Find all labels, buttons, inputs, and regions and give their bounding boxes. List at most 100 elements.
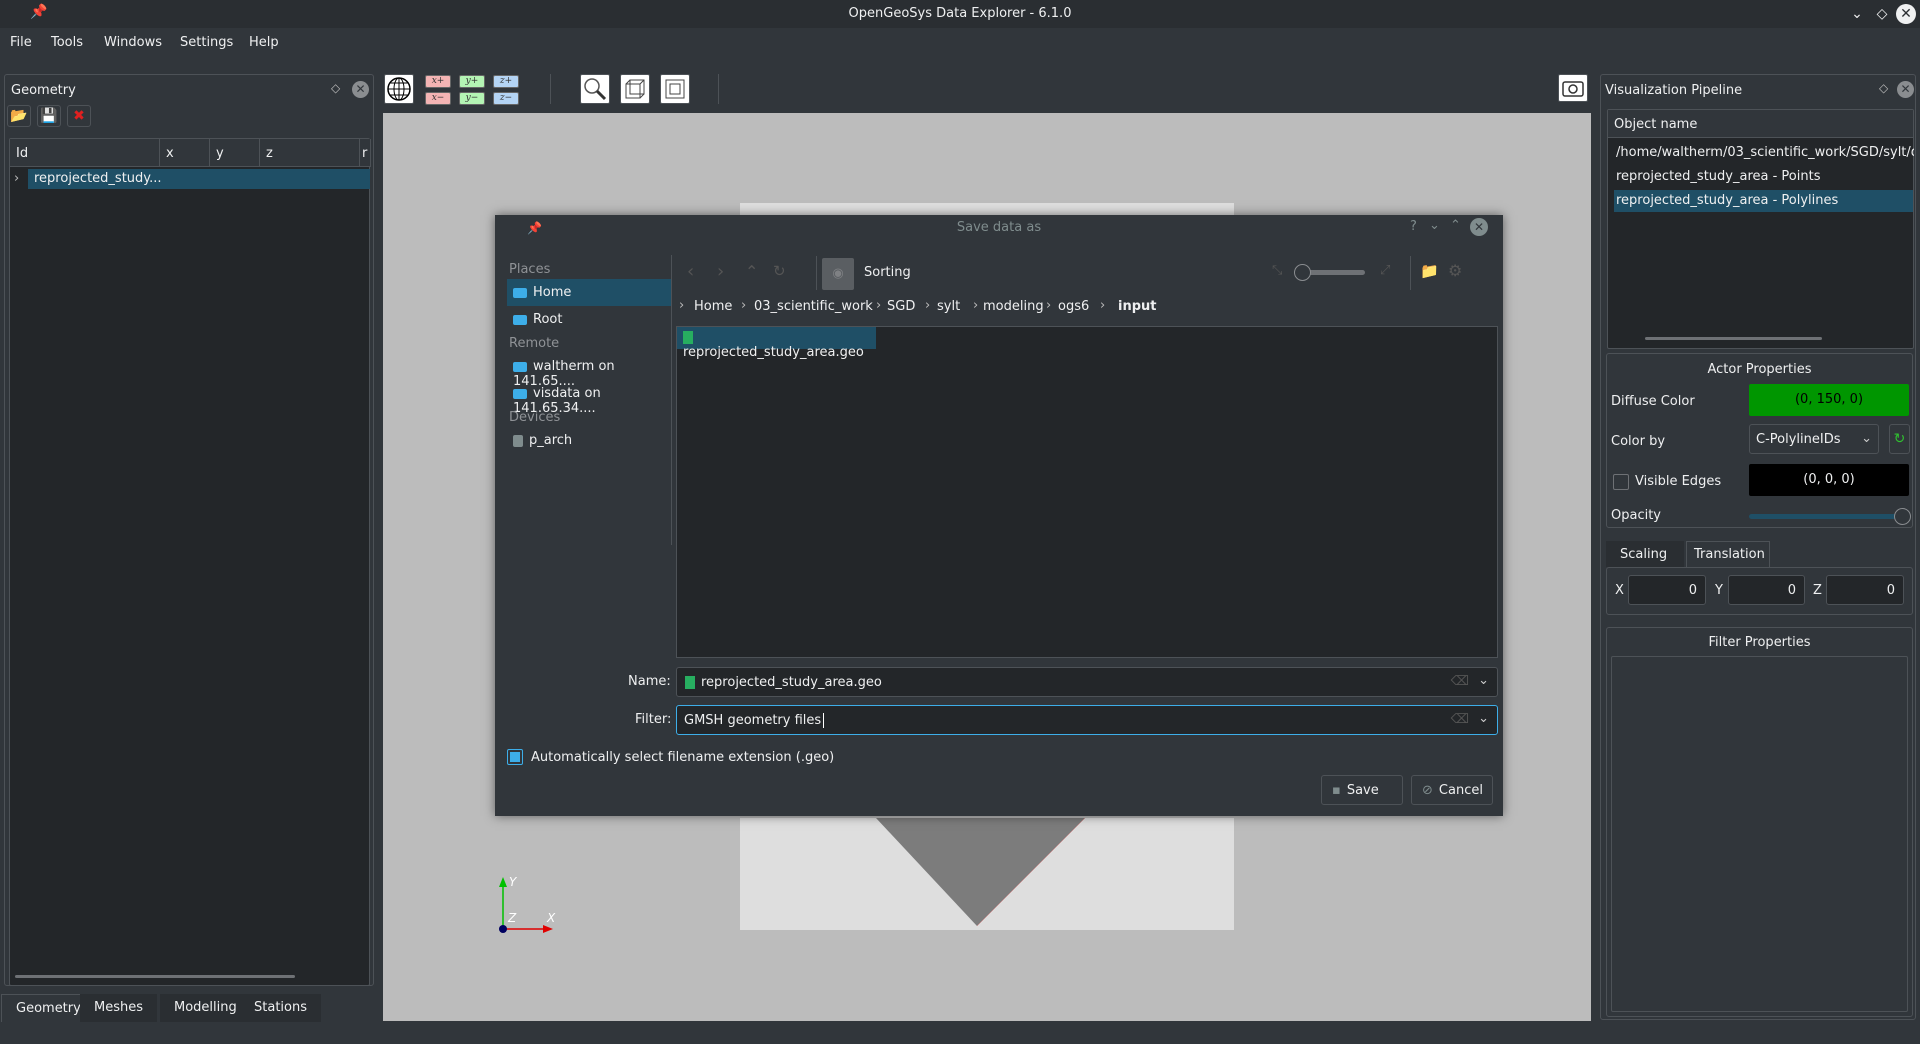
maximize-button[interactable]: ◇: [1872, 4, 1892, 24]
clear-icon[interactable]: ⌫: [1451, 712, 1469, 727]
save-icon[interactable]: 💾: [37, 105, 61, 127]
menu-tools[interactable]: Tools: [51, 35, 83, 50]
close-dock-icon[interactable]: ✕: [1897, 81, 1914, 98]
globe-icon[interactable]: [384, 74, 414, 104]
icon-size-handle[interactable]: [1294, 264, 1311, 281]
breadcrumb-ogs6[interactable]: ogs6: [1058, 299, 1089, 314]
geometry-tree[interactable]: Id x y z r › reprojected_study...: [9, 138, 371, 986]
pipeline-item[interactable]: /home/waltherm/03_scientific_work/SGD/sy…: [1614, 142, 1914, 164]
remote-visdata[interactable]: visdata on 141.65.34....: [507, 380, 672, 416]
horizontal-scrollbar[interactable]: [15, 975, 295, 978]
name-input[interactable]: reprojected_study_area.geo ⌫ ⌄: [676, 667, 1498, 697]
device-p-arch[interactable]: p_arch: [507, 427, 672, 454]
zoom-icon[interactable]: [580, 74, 610, 104]
back-icon[interactable]: ‹: [687, 261, 694, 282]
open-icon[interactable]: 📂: [7, 105, 31, 127]
breadcrumb-arrow-icon[interactable]: ›: [679, 298, 684, 313]
column-r[interactable]: r: [360, 139, 371, 167]
tab-translation[interactable]: Translation: [1686, 541, 1770, 567]
reload-icon[interactable]: ↻: [773, 262, 786, 280]
sorting-menu[interactable]: Sorting: [864, 265, 911, 280]
tree-item[interactable]: reprojected_study...: [28, 169, 370, 189]
view-y-minus-button[interactable]: y−: [459, 92, 485, 105]
minimize-button[interactable]: ⌄: [1847, 4, 1867, 24]
filter-input[interactable]: GMSH geometry files ⌫ ⌄: [676, 705, 1498, 735]
splitter[interactable]: [671, 255, 672, 545]
breadcrumb-arrow-icon[interactable]: ›: [1046, 298, 1051, 313]
opacity-slider-handle[interactable]: [1894, 508, 1911, 525]
clear-icon[interactable]: ⌫: [1451, 674, 1469, 689]
edge-color-button[interactable]: (0, 0, 0): [1749, 464, 1909, 496]
pipeline-list[interactable]: Object name /home/waltherm/03_scientific…: [1607, 109, 1914, 349]
menu-file[interactable]: File: [10, 35, 32, 50]
menu-settings[interactable]: Settings: [180, 35, 233, 50]
column-id[interactable]: Id: [10, 139, 160, 167]
screenshot-camera-icon[interactable]: [1558, 74, 1588, 102]
refresh-icon[interactable]: ↻: [1889, 424, 1910, 454]
cancel-button[interactable]: ⊘ Cancel: [1411, 775, 1493, 805]
perspective-cube-icon[interactable]: [620, 74, 650, 104]
place-root[interactable]: Root: [507, 306, 672, 333]
place-home[interactable]: Home: [507, 279, 672, 306]
breadcrumb-sgd[interactable]: SGD: [887, 299, 915, 314]
menu-help[interactable]: Help: [249, 35, 279, 50]
opacity-slider-track[interactable]: [1749, 514, 1899, 519]
remove-icon[interactable]: ✖: [67, 105, 91, 127]
breadcrumb-arrow-icon[interactable]: ›: [1100, 298, 1105, 313]
save-button[interactable]: ▪ Save: [1321, 775, 1403, 805]
file-view[interactable]: reprojected_study_area.geo: [676, 326, 1498, 658]
view-y-plus-button[interactable]: y+: [459, 75, 485, 88]
column-x[interactable]: x: [160, 139, 210, 167]
zoom-out-icon[interactable]: ⤡: [1272, 263, 1282, 278]
breadcrumb-arrow-icon[interactable]: ›: [925, 298, 930, 313]
show-preview-eye-icon[interactable]: ◉: [822, 258, 854, 290]
close-window-button[interactable]: ✕: [1896, 4, 1916, 24]
minimize-icon[interactable]: ⌄: [1429, 218, 1440, 233]
up-icon[interactable]: ⌃: [745, 262, 758, 281]
new-folder-icon[interactable]: 📁: [1420, 262, 1439, 280]
maximize-icon[interactable]: ⌃: [1450, 218, 1461, 233]
chevron-down-icon[interactable]: ⌄: [1478, 711, 1489, 726]
pipeline-item-selected[interactable]: reprojected_study_area - Polylines: [1614, 190, 1913, 212]
visible-edges-checkbox[interactable]: [1613, 474, 1629, 490]
pipeline-item[interactable]: reprojected_study_area - Points: [1614, 166, 1914, 188]
view-z-minus-button[interactable]: z−: [493, 92, 519, 105]
chevron-down-icon[interactable]: ⌄: [1478, 673, 1489, 688]
view-z-plus-button[interactable]: z+: [493, 75, 519, 88]
menu-windows[interactable]: Windows: [104, 35, 162, 50]
auto-extension-checkbox[interactable]: [507, 749, 523, 765]
color-by-select[interactable]: C-PolylineIDs ⌄: [1749, 424, 1879, 454]
forward-icon[interactable]: ›: [717, 261, 724, 282]
close-dialog-icon[interactable]: ✕: [1470, 218, 1488, 236]
tab-stations[interactable]: Stations: [240, 994, 321, 1022]
column-y[interactable]: y: [210, 139, 260, 167]
remote-waltherm[interactable]: waltherm on 141.65....: [507, 353, 672, 389]
breadcrumb-arrow-icon[interactable]: ›: [876, 298, 881, 313]
reset-view-icon[interactable]: [660, 74, 690, 104]
horizontal-scrollbar[interactable]: [1645, 337, 1822, 340]
breadcrumb-arrow-icon[interactable]: ›: [741, 298, 746, 313]
translate-z-input[interactable]: 0: [1826, 575, 1904, 605]
breadcrumb-03-scientific-work[interactable]: 03_scientific_work: [754, 299, 873, 314]
breadcrumb-modeling[interactable]: modeling: [983, 299, 1044, 314]
translate-y-input[interactable]: 0: [1728, 575, 1805, 605]
breadcrumb-home[interactable]: Home: [694, 299, 732, 314]
tab-meshes[interactable]: Meshes: [80, 994, 157, 1022]
help-icon[interactable]: ?: [1410, 219, 1417, 234]
file-item[interactable]: reprojected_study_area.geo: [677, 327, 876, 360]
view-x-minus-button[interactable]: x−: [425, 92, 451, 105]
expand-arrow-icon[interactable]: ›: [14, 171, 19, 186]
breadcrumb-arrow-icon[interactable]: ›: [973, 298, 978, 313]
view-x-plus-button[interactable]: x+: [425, 75, 451, 88]
diffuse-color-button[interactable]: (0, 150, 0): [1749, 384, 1909, 416]
settings-gear-icon[interactable]: ⚙: [1448, 261, 1462, 280]
breadcrumb-sylt[interactable]: sylt: [937, 299, 960, 314]
tab-modelling[interactable]: Modelling: [160, 994, 251, 1022]
float-icon[interactable]: ◇: [1879, 81, 1888, 95]
zoom-in-icon[interactable]: ⤢: [1380, 263, 1390, 278]
breadcrumb-input[interactable]: input: [1118, 299, 1157, 314]
column-object-name[interactable]: Object name: [1608, 110, 1913, 138]
translate-x-input[interactable]: 0: [1628, 575, 1706, 605]
column-z[interactable]: z: [260, 139, 360, 167]
float-icon[interactable]: ◇: [331, 81, 340, 95]
